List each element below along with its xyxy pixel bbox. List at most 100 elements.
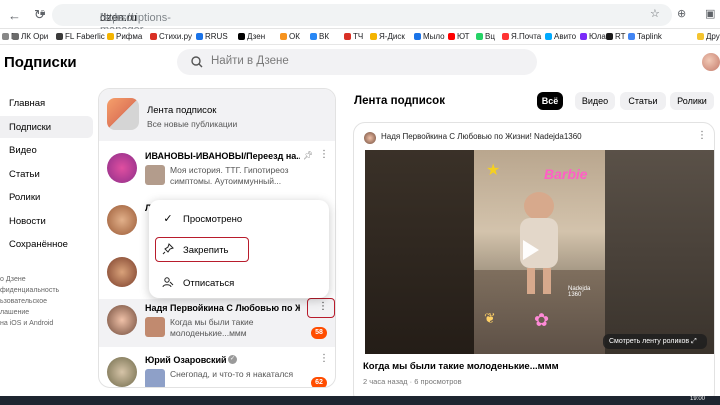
- filter-chip[interactable]: Всё: [537, 92, 563, 110]
- bookmark-item[interactable]: RRUS: [196, 32, 228, 41]
- bookmark-icon: [107, 33, 114, 40]
- check-icon: ✓: [163, 213, 173, 225]
- sidebar-item[interactable]: Ролики: [0, 186, 93, 208]
- bookmark-icon: [12, 33, 19, 40]
- footer-link[interactable]: лашение: [0, 308, 29, 317]
- page-title: Подписки: [4, 54, 77, 71]
- bookmark-icon: [370, 33, 377, 40]
- post-text: Моя история. ТТГ. Гипотиреоз симптомы. А…: [170, 165, 289, 186]
- sidebar-item[interactable]: Сохранённое: [0, 233, 93, 255]
- bookmark-icon: [414, 33, 421, 40]
- bookmark-icon: [606, 33, 613, 40]
- more-icon[interactable]: ⋮: [319, 149, 329, 160]
- video-watermark: Nadejda 1360: [568, 286, 591, 298]
- sidebar-item[interactable]: Главная: [0, 92, 93, 114]
- more-icon[interactable]: ⋮: [318, 301, 328, 312]
- bookmark-item[interactable]: ЛК Ори: [12, 32, 48, 41]
- bookmark-item[interactable]: ЮТ: [448, 32, 470, 41]
- author-name: Надя Первойкина С Любовью по Жизни! Nade…: [381, 132, 582, 141]
- footer-link[interactable]: ьзовательское: [0, 297, 47, 306]
- bookmark-icon: [697, 33, 704, 40]
- bookmark-item[interactable]: Другие за: [697, 32, 720, 41]
- child-figure: [524, 192, 554, 220]
- video-meta: 2 часа назад · 6 просмотров: [363, 377, 462, 386]
- footer-link[interactable]: на iOS и Android: [0, 319, 53, 328]
- video-frame: Barbie ★ ✿ ❦ Nadejda 1360: [474, 150, 605, 354]
- user-avatar[interactable]: [702, 53, 720, 71]
- sticker-icon: ★: [486, 162, 501, 179]
- browser-address-bar: ← ↻ 🔒︎ https://dzen.ru/subscriptions-man…: [0, 0, 720, 36]
- bookmark-icon: [448, 33, 455, 40]
- bookmark-item[interactable]: Я-Диск: [370, 32, 405, 41]
- filter-chip[interactable]: Ролики: [670, 92, 714, 110]
- bookmark-item[interactable]: ОК: [280, 32, 300, 41]
- bookmark-item[interactable]: ТЧ: [344, 32, 363, 41]
- more-icon[interactable]: ⋮: [319, 353, 329, 364]
- collections-icon[interactable]: ▣: [705, 7, 715, 20]
- menu-item-unsubscribe[interactable]: Отписаться: [157, 272, 317, 294]
- sidebar-item[interactable]: Статьи: [0, 163, 93, 185]
- bookmark-icon: [580, 33, 587, 40]
- sidebar-item[interactable]: Видео: [0, 139, 93, 161]
- new-count-badge: 58: [311, 327, 327, 339]
- bookmarks-bar: БЛК ОриFL FaberlicРифмаСтихи.руRRUSДзенО…: [0, 29, 720, 45]
- bookmark-item[interactable]: Авито: [545, 32, 576, 41]
- channel-context-menu: ✓ Просмотрено Закрепить Отписаться: [149, 200, 329, 298]
- bookmark-icon: [502, 33, 509, 40]
- more-icon[interactable]: ⋮: [697, 130, 707, 141]
- os-taskbar: 19:00: [0, 396, 720, 405]
- pin-icon: [161, 243, 175, 257]
- menu-item-viewed[interactable]: ✓ Просмотрено: [157, 208, 317, 230]
- bookmark-icon: [310, 33, 317, 40]
- bookmark-icon: [628, 33, 635, 40]
- search-input[interactable]: Найти в Дзене: [177, 49, 537, 75]
- footer-link[interactable]: о Дзене: [0, 275, 26, 284]
- globe-icon[interactable]: ⊕: [677, 7, 686, 20]
- bookmark-star-icon[interactable]: ☆: [650, 7, 660, 20]
- footer-link[interactable]: фиденциальность: [0, 286, 59, 295]
- menu-item-pin[interactable]: Закрепить: [155, 237, 249, 262]
- bookmark-item[interactable]: Мыло: [414, 32, 445, 41]
- bookmark-item[interactable]: Стихи.ру: [150, 32, 192, 41]
- url-field[interactable]: 🔒︎ https://dzen.ru/subscriptions-manager: [40, 4, 672, 36]
- new-count-badge: 62: [311, 377, 327, 387]
- channel-row[interactable]: Надя Первойкина С Любовью по Жи... ⋮ Ког…: [99, 298, 335, 347]
- back-icon[interactable]: ←: [8, 8, 21, 23]
- bookmark-item[interactable]: Taplink: [628, 32, 662, 41]
- video-overlay-text: Barbie: [544, 166, 588, 182]
- post-thumbnail: [145, 369, 165, 387]
- bookmark-item[interactable]: ВК: [310, 32, 329, 41]
- channel-name: Надя Первойкина С Любовью по Жи...: [145, 303, 300, 313]
- feed-header-row[interactable]: Лента подписок Все новые публикации: [99, 89, 335, 141]
- sidebar-item[interactable]: Новости: [0, 210, 93, 232]
- sidebar-item[interactable]: Подписки: [0, 115, 93, 138]
- channel-name: ИВАНОВЫ-ИВАНОВЫ/Переезд на...: [145, 151, 300, 161]
- search-icon: [191, 56, 203, 68]
- watch-reels-button[interactable]: Смотреть ленту роликов ⤢: [603, 334, 707, 349]
- flower-icon: ✿: [534, 310, 550, 330]
- post-thumbnail: [145, 317, 165, 337]
- post-text: Когда мы были такие молоденькие...ммм: [170, 317, 254, 338]
- bookmark-item[interactable]: Я.Почта: [502, 32, 541, 41]
- filter-chip[interactable]: Видео: [575, 92, 615, 110]
- video-title: Когда мы были такие молоденькие...ммм: [363, 361, 559, 372]
- bookmark-item[interactable]: Вц: [476, 32, 495, 41]
- verified-icon: ✓: [228, 355, 237, 364]
- bookmark-item[interactable]: Рифма: [107, 32, 142, 41]
- bookmark-item[interactable]: FL Faberlic: [56, 32, 105, 41]
- filter-chip[interactable]: Статьи: [620, 92, 666, 110]
- bookmark-item[interactable]: Юла: [580, 32, 606, 41]
- play-icon[interactable]: [523, 240, 539, 260]
- channel-row[interactable]: ИВАНОВЫ-ИВАНОВЫ/Переезд на... 📌︎ ⋮ Моя и…: [99, 147, 335, 195]
- bookmark-icon: [150, 33, 157, 40]
- bookmark-icon: [196, 33, 203, 40]
- bookmark-item[interactable]: Дзен: [238, 32, 265, 41]
- bookmark-item[interactable]: RT: [606, 32, 626, 41]
- video-blur-right: [605, 150, 714, 354]
- channel-avatar: [107, 357, 137, 387]
- video-blur-left: [365, 150, 474, 354]
- more-button-highlight[interactable]: ⋮: [307, 298, 335, 318]
- video-player[interactable]: Barbie ★ ✿ ❦ Nadejda 1360 Смотреть ленту…: [365, 150, 714, 354]
- channel-row[interactable]: Юрий Озаровский ✓ ⋮ Снегопад, и что-то я…: [99, 351, 335, 387]
- channel-avatar: [107, 205, 137, 235]
